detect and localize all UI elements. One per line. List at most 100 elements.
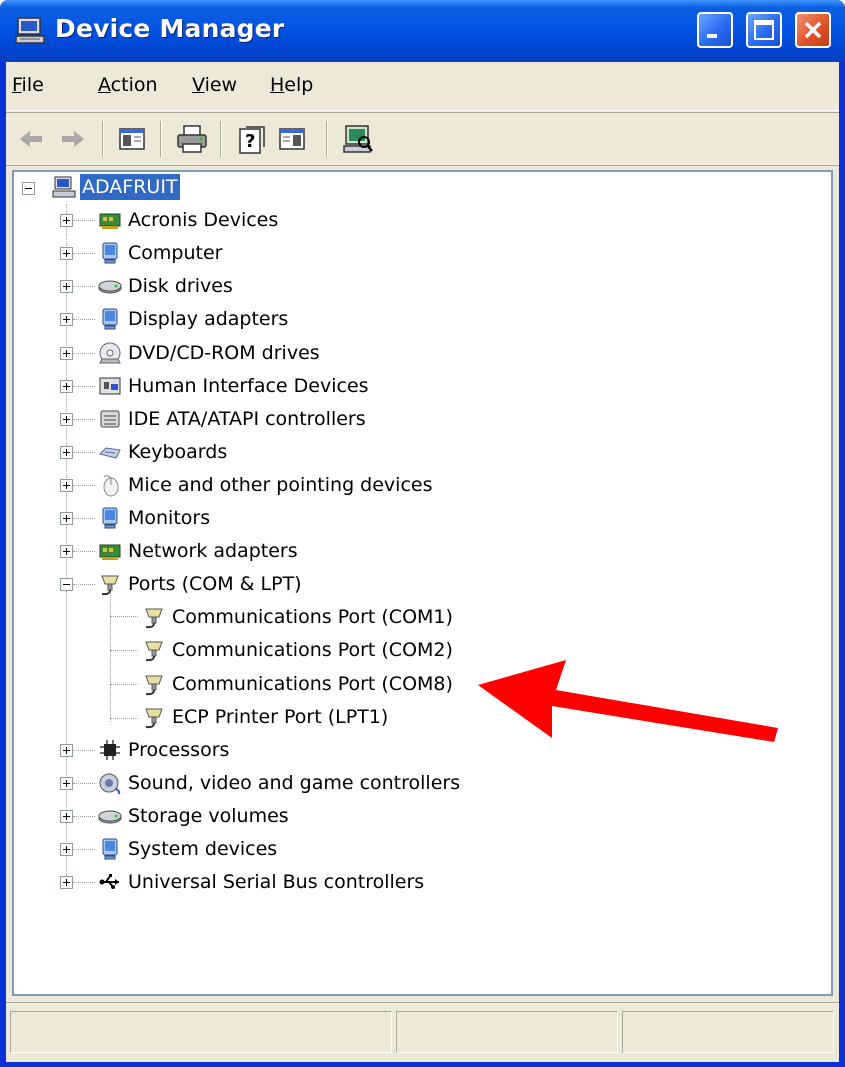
- tree-category-label[interactable]: Mice and other pointing devices: [126, 472, 434, 498]
- print-icon: [177, 125, 207, 153]
- collapse-icon[interactable]: [22, 182, 35, 195]
- expand-icon[interactable]: [60, 347, 73, 360]
- device-tree[interactable]: ADAFRUIT Acronis Devices Computer Disk dri…: [12, 170, 833, 996]
- expand-icon[interactable]: [60, 744, 73, 757]
- tree-connector: [73, 386, 95, 387]
- menu-file[interactable]: File: [12, 74, 44, 96]
- expand-icon[interactable]: [60, 313, 73, 326]
- card-icon: [99, 544, 121, 560]
- menu-action-label: ction: [110, 74, 158, 96]
- client-area: File Action View Help ? ADAFRUIT Acronis…: [6, 62, 839, 1062]
- forward-button[interactable]: [54, 121, 90, 157]
- maximize-button[interactable]: [746, 12, 782, 48]
- tree-category-node[interactable]: Disk drives: [14, 271, 614, 301]
- menu-help-label: elp: [284, 74, 314, 96]
- properties-icon: [279, 128, 305, 150]
- tree-device-node[interactable]: Communications Port (COM1): [14, 602, 614, 632]
- expand-icon[interactable]: [60, 413, 73, 426]
- close-button[interactable]: [795, 12, 831, 48]
- tree-device-label[interactable]: Communications Port (COM2): [170, 637, 455, 663]
- properties-button[interactable]: [274, 121, 310, 157]
- tree-category-label[interactable]: Computer: [126, 240, 224, 266]
- tree-device-label[interactable]: ECP Printer Port (LPT1): [170, 704, 390, 730]
- tree-category-node[interactable]: Human Interface Devices: [14, 371, 614, 401]
- port-icon: [101, 575, 119, 596]
- tree-category-label[interactable]: IDE ATA/ATAPI controllers: [126, 406, 368, 432]
- tree-device-node[interactable]: ECP Printer Port (LPT1): [14, 702, 614, 732]
- tree-root-label[interactable]: ADAFRUIT: [79, 173, 181, 201]
- tree-category-label[interactable]: Display adapters: [126, 306, 290, 332]
- tree-category-label[interactable]: Ports (COM & LPT): [126, 571, 304, 597]
- expand-icon[interactable]: [60, 545, 73, 558]
- tree-category-node[interactable]: Mice and other pointing devices: [14, 470, 614, 500]
- expand-icon[interactable]: [60, 380, 73, 393]
- tree-connector: [73, 816, 95, 817]
- expand-icon[interactable]: [60, 810, 73, 823]
- tree-device-label[interactable]: Communications Port (COM8): [170, 671, 455, 697]
- show-hide-console-tree-button[interactable]: [114, 121, 150, 157]
- expand-icon[interactable]: [60, 876, 73, 889]
- tree-connector: [73, 518, 95, 519]
- toolbar-separator: [160, 121, 162, 157]
- help-button[interactable]: ?: [234, 121, 270, 157]
- tree-category-label[interactable]: Monitors: [126, 505, 212, 531]
- tree-root-node[interactable]: ADAFRUIT: [14, 172, 314, 202]
- tree-category-label[interactable]: Disk drives: [126, 273, 235, 299]
- tree-category-node[interactable]: Computer: [14, 238, 614, 268]
- window-title: Device Manager: [55, 14, 285, 43]
- tree-category-label[interactable]: Network adapters: [126, 538, 300, 564]
- hid-icon: [99, 377, 121, 395]
- tree-category-label[interactable]: Processors: [126, 737, 231, 763]
- minimize-button[interactable]: [697, 12, 733, 48]
- port-icon: [145, 708, 163, 729]
- tree-connector: [73, 419, 95, 420]
- menu-help[interactable]: Help: [270, 74, 313, 96]
- tree-category-label[interactable]: Human Interface Devices: [126, 373, 371, 399]
- tree-category-label[interactable]: Storage volumes: [126, 803, 291, 829]
- menu-action[interactable]: Action: [98, 74, 158, 96]
- print-button[interactable]: [174, 121, 210, 157]
- card-icon: [99, 213, 121, 229]
- tree-category-node[interactable]: Ports (COM & LPT): [14, 569, 614, 599]
- scan-hardware-button[interactable]: [340, 121, 376, 157]
- expand-icon[interactable]: [60, 512, 73, 525]
- title-bar[interactable]: Device Manager: [0, 0, 845, 62]
- expand-icon[interactable]: [60, 479, 73, 492]
- tree-category-label[interactable]: Sound, video and game controllers: [126, 770, 462, 796]
- tree-category-label[interactable]: System devices: [126, 836, 279, 862]
- expand-icon[interactable]: [60, 280, 73, 293]
- tree-device-node[interactable]: Communications Port (COM2): [14, 635, 614, 665]
- tree-connector: [73, 286, 95, 287]
- expand-icon[interactable]: [60, 446, 73, 459]
- tree-category-node[interactable]: Storage volumes: [14, 801, 614, 831]
- tree-category-node[interactable]: Display adapters: [14, 304, 614, 334]
- tree-device-label[interactable]: Communications Port (COM1): [170, 604, 455, 630]
- minimize-icon: [707, 34, 717, 38]
- sound-icon: [99, 773, 121, 795]
- tree-connector: [73, 353, 95, 354]
- expand-icon[interactable]: [60, 214, 73, 227]
- back-button[interactable]: [14, 121, 50, 157]
- tree-category-label[interactable]: Keyboards: [126, 439, 229, 465]
- tree-category-node[interactable]: Monitors: [14, 503, 614, 533]
- tree-category-node[interactable]: DVD/CD-ROM drives: [14, 338, 614, 368]
- expand-icon[interactable]: [60, 777, 73, 790]
- collapse-icon[interactable]: [60, 578, 73, 591]
- tree-category-node[interactable]: IDE ATA/ATAPI controllers: [14, 404, 614, 434]
- tree-category-node[interactable]: Sound, video and game controllers: [14, 768, 614, 798]
- tree-device-node[interactable]: Communications Port (COM8): [14, 669, 614, 699]
- tree-category-label[interactable]: DVD/CD-ROM drives: [126, 340, 322, 366]
- tree-category-node[interactable]: Network adapters: [14, 536, 614, 566]
- tree-category-label[interactable]: Universal Serial Bus controllers: [126, 869, 426, 895]
- tree-category-label[interactable]: Acronis Devices: [126, 207, 280, 233]
- tree-category-node[interactable]: Universal Serial Bus controllers: [14, 867, 614, 897]
- menu-help-accel: H: [270, 74, 285, 96]
- menu-view[interactable]: View: [192, 74, 237, 96]
- status-bar: [6, 1002, 839, 1062]
- tree-category-node[interactable]: Keyboards: [14, 437, 614, 467]
- tree-category-node[interactable]: System devices: [14, 834, 614, 864]
- expand-icon[interactable]: [60, 843, 73, 856]
- expand-icon[interactable]: [60, 247, 73, 260]
- tree-category-node[interactable]: Acronis Devices: [14, 205, 614, 235]
- tree-category-node[interactable]: Processors: [14, 735, 614, 765]
